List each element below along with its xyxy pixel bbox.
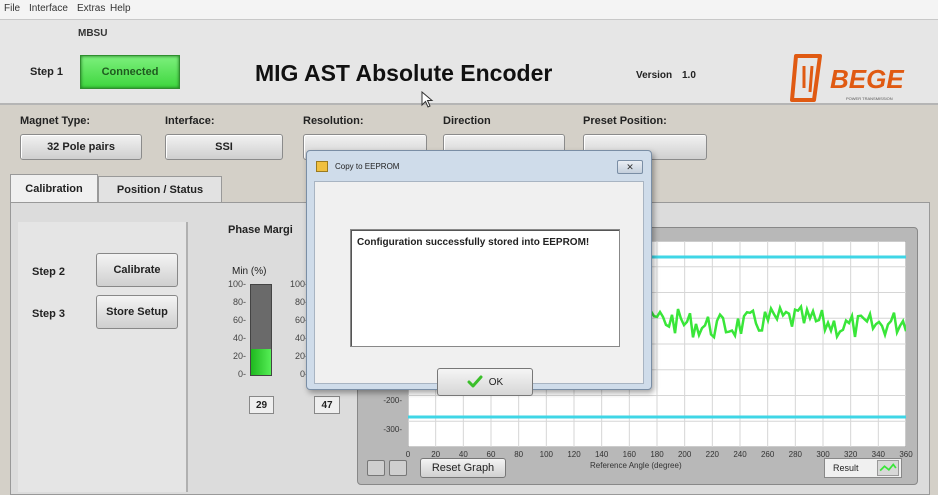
x-tick: 280	[788, 450, 802, 459]
step1-label: Step 1	[30, 66, 64, 78]
device-label: MBSU	[78, 28, 108, 39]
menu-extras[interactable]: Extras	[77, 3, 105, 14]
result-label: Result	[833, 463, 859, 473]
scale-tick: 20-	[294, 351, 308, 361]
scale-tick: 100-	[289, 279, 308, 289]
phase-margin-title: Phase Margi	[228, 224, 293, 236]
reset-graph-button[interactable]: Reset Graph	[420, 458, 506, 478]
menu-interface[interactable]: Interface	[29, 3, 68, 14]
x-tick: 140	[594, 450, 609, 459]
mouse-cursor-icon	[421, 91, 434, 108]
magnet-type-label: Magnet Type:	[20, 115, 91, 127]
y-tick: -300-	[383, 425, 402, 434]
ok-label: OK	[488, 376, 504, 388]
resolution-label: Resolution:	[303, 115, 364, 127]
logo-text: BEGE	[830, 64, 904, 94]
dialog-message: Configuration successfully stored into E…	[350, 229, 620, 347]
scale-tick: 0-	[237, 369, 246, 379]
version-value: 1.0	[682, 70, 696, 81]
dialog-ok-button[interactable]: OK	[437, 368, 533, 396]
x-tick: 120	[567, 450, 581, 459]
dialog-title: Copy to EEPROM	[335, 162, 400, 171]
connection-status-button[interactable]: Connected	[80, 55, 180, 89]
graph-cursor-icon[interactable]	[389, 460, 407, 476]
scale-tick: 100-	[227, 279, 246, 289]
menu-help[interactable]: Help	[110, 3, 131, 14]
min-percent-label: Min (%)	[232, 266, 267, 277]
result-line-swatch-icon	[877, 460, 899, 476]
bege-logo: BEGE POWER TRANSMISSION	[790, 54, 904, 102]
dialog-body: Configuration successfully stored into E…	[314, 181, 644, 396]
scale-tick: 20-	[232, 351, 246, 361]
scale-tick: 40-	[294, 333, 308, 343]
min-phase-value: 29	[249, 396, 274, 414]
result-legend[interactable]: Result	[824, 458, 902, 478]
tab-calibration[interactable]: Calibration	[10, 174, 98, 202]
direction-label: Direction	[443, 115, 491, 127]
version-label: Version	[636, 70, 673, 81]
x-tick: 260	[760, 450, 775, 459]
header-bar: MBSU Step 1 Connected MIG AST Absolute E…	[0, 20, 938, 105]
calibrate-button[interactable]: Calibrate	[96, 253, 178, 287]
dialog-app-icon	[316, 161, 328, 172]
scale-tick: 40-	[232, 333, 246, 343]
x-tick: 200	[677, 450, 692, 459]
scale-tick: 60-	[294, 315, 308, 325]
preset-position-label: Preset Position:	[583, 115, 667, 127]
logo-subtext: POWER TRANSMISSION	[846, 96, 893, 101]
min-phase-bar	[250, 284, 272, 376]
store-setup-button[interactable]: Store Setup	[96, 295, 178, 329]
scale-tick: 80-	[232, 297, 246, 307]
x-tick: 240	[733, 450, 747, 459]
x-tick: 160	[622, 450, 636, 459]
steps-pane: Step 2 Calibrate Step 3 Store Setup	[18, 222, 188, 492]
app-title: MIG AST Absolute Encoder	[255, 60, 553, 86]
min-phase-bar-fill	[251, 348, 271, 375]
x-tick: 80	[514, 450, 524, 459]
dialog-titlebar[interactable]: Copy to EEPROM ✕	[307, 151, 651, 179]
scale-tick: 0-	[299, 369, 308, 379]
x-axis-label: Reference Angle (degree)	[590, 461, 682, 470]
menu-bar: File Interface Extras Help	[0, 0, 938, 20]
second-phase-value: 47	[314, 396, 340, 414]
menu-file[interactable]: File	[4, 3, 20, 14]
y-tick: -200-	[383, 396, 402, 405]
dialog-close-button[interactable]: ✕	[617, 160, 643, 174]
checkmark-icon	[467, 375, 483, 388]
step3-label: Step 3	[32, 308, 66, 320]
x-tick: 100	[539, 450, 553, 459]
interface-label: Interface:	[165, 115, 215, 127]
scale-tick: 80-	[294, 297, 308, 307]
x-tick: 180	[650, 450, 664, 459]
x-tick: 0	[405, 450, 411, 459]
graph-palette-icon[interactable]	[367, 460, 385, 476]
magnet-type-select[interactable]: 32 Pole pairs	[20, 134, 142, 160]
scale-tick: 60-	[232, 315, 246, 325]
tab-position-status[interactable]: Position / Status	[98, 176, 222, 202]
interface-select[interactable]: SSI	[165, 134, 283, 160]
copy-to-eeprom-dialog: Copy to EEPROM ✕ Configuration successfu…	[306, 150, 652, 396]
step2-label: Step 2	[32, 266, 66, 278]
x-tick: 220	[705, 450, 719, 459]
